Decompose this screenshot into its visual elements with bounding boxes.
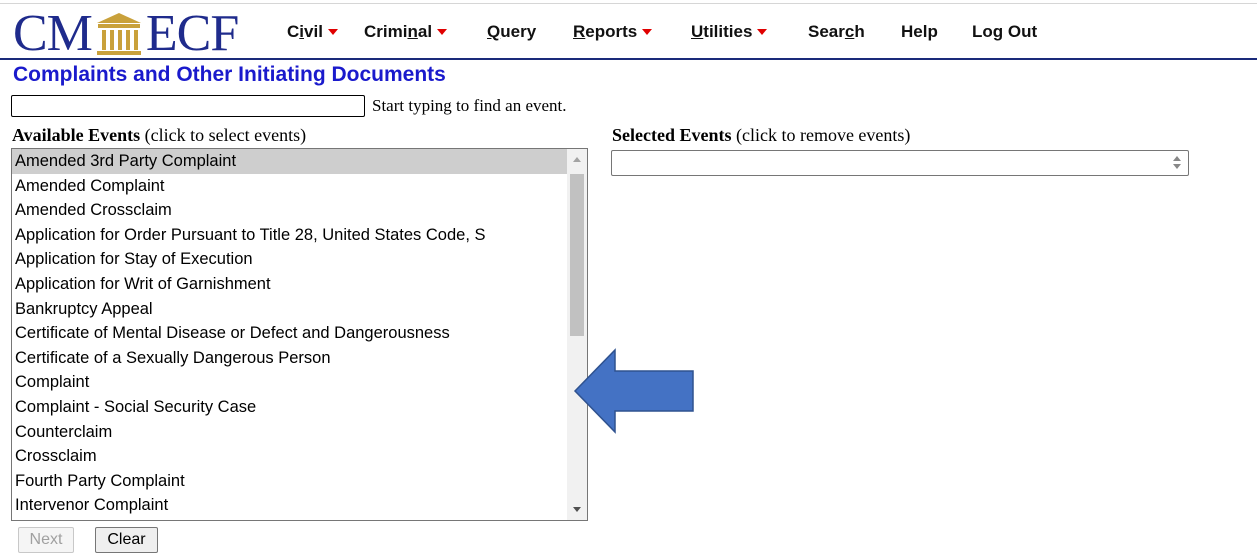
event-option[interactable]: Application for Order Pursuant to Title … xyxy=(12,223,567,248)
menu-query-accesskey: Q xyxy=(487,22,501,41)
event-search-input[interactable] xyxy=(11,95,365,117)
menu-criminal-text-a: Crimi xyxy=(364,22,408,41)
available-events-heading-bold: Available Events xyxy=(12,125,141,145)
menu-reports-accesskey: R xyxy=(573,22,586,41)
event-option[interactable]: Complaint - Social Security Case xyxy=(12,395,567,420)
menu-log-out[interactable]: Log Out xyxy=(972,22,1037,42)
menu-search-text-a: Sear xyxy=(808,22,845,41)
event-option[interactable]: Certificate of Mental Disease or Defect … xyxy=(12,321,567,346)
search-hint: Start typing to find an event. xyxy=(372,96,567,115)
event-option[interactable]: Amended Crossclaim xyxy=(12,198,567,223)
event-option[interactable]: Amended Complaint xyxy=(12,174,567,199)
header-divider xyxy=(0,58,1257,60)
logo-text-left: CM xyxy=(13,5,93,62)
menu-criminal[interactable]: Criminal xyxy=(364,22,448,42)
scroll-up-button[interactable] xyxy=(567,149,587,169)
event-option[interactable]: Fourth Party Complaint xyxy=(12,469,567,494)
menu-query[interactable]: Query xyxy=(487,22,536,42)
event-option[interactable]: Application for Stay of Execution xyxy=(12,247,567,272)
menu-civil-text-b: vil xyxy=(304,22,323,41)
selected-list-spinner[interactable] xyxy=(1172,155,1182,171)
header: CM ECF Civil Criminal Query Reports Util… xyxy=(0,4,1257,60)
clear-button[interactable]: Clear xyxy=(95,527,158,553)
menu-utilities-accesskey: U xyxy=(691,22,704,41)
scroll-up-icon xyxy=(573,157,581,162)
selected-events-heading: Selected Events (click to remove events) xyxy=(612,125,910,146)
spin-up-icon xyxy=(1173,156,1181,161)
menu-civil-text-a: C xyxy=(287,22,300,41)
list-scrollbar[interactable] xyxy=(567,149,587,520)
menu-criminal-text-b: al xyxy=(417,22,433,41)
dropdown-caret-icon xyxy=(327,28,338,35)
menu-civil[interactable]: Civil xyxy=(287,22,338,42)
menu-reports[interactable]: Reports xyxy=(573,22,653,42)
logo-text-right: ECF xyxy=(145,5,239,62)
menu-utilities[interactable]: Utilities xyxy=(691,22,768,42)
event-option[interactable]: Amended 3rd Party Complaint xyxy=(12,149,567,174)
event-option[interactable]: Application for Writ of Garnishment xyxy=(12,272,567,297)
event-option[interactable]: Complaint xyxy=(12,370,567,395)
menu-search-text-b: h xyxy=(854,22,865,41)
event-option[interactable]: Intervenor Complaint xyxy=(12,493,567,518)
scrollbar-thumb[interactable] xyxy=(570,174,584,336)
selected-events-list[interactable] xyxy=(611,150,1189,176)
dropdown-caret-icon xyxy=(437,28,448,35)
menu-help[interactable]: Help xyxy=(901,22,938,42)
menu-reports-text-b: eports xyxy=(585,22,638,41)
scroll-down-button[interactable] xyxy=(567,500,587,520)
menu-query-text-b: uery xyxy=(500,22,537,41)
next-button[interactable]: Next xyxy=(18,527,74,553)
menu-utilities-text-b: tilities xyxy=(703,22,753,41)
spin-down-icon xyxy=(1173,164,1181,169)
menu-search[interactable]: Search xyxy=(808,22,865,42)
dropdown-caret-icon xyxy=(757,28,768,35)
event-option[interactable]: Counterclaim xyxy=(12,420,567,445)
menu-criminal-accesskey: n xyxy=(407,22,418,41)
selected-events-heading-note: (click to remove events) xyxy=(731,125,911,145)
available-events-heading-note: (click to select events) xyxy=(140,125,307,145)
page-title: Complaints and Other Initiating Document… xyxy=(13,63,446,86)
available-events-list[interactable]: Amended 3rd Party Complaint Amended Compl… xyxy=(11,148,588,521)
left-arrow-annotation xyxy=(573,348,694,434)
cmecf-logo: CM ECF xyxy=(13,5,239,62)
event-option[interactable]: Certificate of a Sexually Dangerous Pers… xyxy=(12,346,567,371)
available-events-heading: Available Events (click to select events… xyxy=(12,125,306,146)
event-option[interactable]: Bankruptcy Appeal xyxy=(12,297,567,322)
dropdown-caret-icon xyxy=(642,28,653,35)
available-events-rows: Amended 3rd Party Complaint Amended Compl… xyxy=(12,149,567,518)
scroll-down-icon xyxy=(573,507,581,512)
event-option[interactable]: Crossclaim xyxy=(12,444,567,469)
menu-search-accesskey: c xyxy=(844,22,855,41)
courthouse-icon xyxy=(96,13,141,55)
selected-events-heading-bold: Selected Events xyxy=(612,125,732,145)
